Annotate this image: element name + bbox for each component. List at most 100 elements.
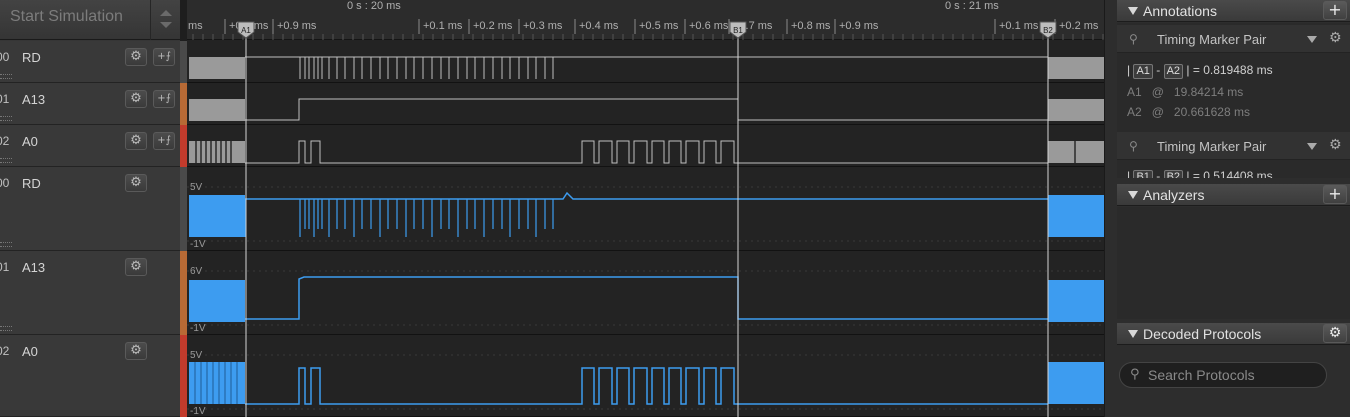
channel-index: 01 <box>0 260 10 274</box>
side-panel: Annotations + ⚲ Timing Marker Pair ⚙ | A… <box>1104 0 1350 417</box>
analog-block <box>1048 280 1104 322</box>
channel-color-stripe <box>180 251 187 335</box>
timing-marker-pair-header[interactable]: ⚲ Timing Marker Pair ⚙ <box>1117 132 1350 160</box>
voltage-max-label: 5V <box>190 182 203 193</box>
gear-icon[interactable]: ⚙ <box>1329 30 1342 46</box>
logic-analyzer-window: Start Simulation 00 RD ⚙ +⨍ 01 A13 ⚙ +⨍ … <box>0 0 1350 417</box>
channel-settings-gear-icon[interactable]: ⚙ <box>125 258 147 276</box>
tick-label: +0.1 ms <box>999 20 1039 32</box>
marker-delta: = 0.514408 ms <box>1192 169 1273 178</box>
channel-row-digital-rd[interactable]: 00 RD ⚙ +⨍ <box>0 41 180 83</box>
dropdown-arrow-icon[interactable] <box>1307 36 1317 43</box>
channel-name: A13 <box>22 260 46 275</box>
marker-delta-row: | B1 - B2 | = 0.514408 ms <box>1127 169 1273 178</box>
analog-block <box>189 280 245 322</box>
tick-label: +0.9 ms <box>839 20 879 32</box>
channel-settings-gear-icon[interactable]: ⚙ <box>125 342 147 360</box>
decoded-protocols-header[interactable]: Decoded Protocols ⚙ <box>1117 323 1350 345</box>
drag-handle-icon[interactable] <box>0 116 12 121</box>
analog-trace-a0 <box>245 367 1048 405</box>
analog-block <box>1048 195 1104 237</box>
timing-marker-label: B2 <box>1043 26 1053 35</box>
voltage-min-label: -1V <box>190 406 206 417</box>
channel-row-analog-rd[interactable]: 00 RD ⚙ <box>0 167 180 251</box>
channel-row-analog-a0[interactable]: 02 A0 ⚙ <box>0 335 180 417</box>
drag-handle-icon[interactable] <box>0 74 12 79</box>
analog-trace-rd <box>244 191 1048 237</box>
marker-badge: B2 <box>1163 170 1184 178</box>
annotations-header[interactable]: Annotations + <box>1117 0 1350 22</box>
time-group-label: 0 s : 21 ms <box>945 0 999 12</box>
pin-icon: ⚲ <box>1129 32 1138 46</box>
channel-settings-gear-icon[interactable]: ⚙ <box>125 90 147 108</box>
analog-block <box>1048 362 1104 404</box>
decoded-protocols-title: Decoded Protocols <box>1143 326 1262 342</box>
analyzers-list <box>1117 207 1350 319</box>
tick-label: +0.4 ms <box>579 20 619 32</box>
drag-handle-icon[interactable] <box>0 158 12 163</box>
marker-position-row: A1 @ 19.84214 ms <box>1127 85 1243 99</box>
search-protocols-field[interactable]: ⚲ <box>1119 362 1327 388</box>
start-simulation-button[interactable]: Start Simulation <box>0 0 150 40</box>
voltage-max-label: 6V <box>190 266 203 277</box>
channel-color-stripe <box>180 83 187 125</box>
channel-name: RD <box>22 50 41 65</box>
timing-marker-pair-title: Timing Marker Pair <box>1157 32 1267 47</box>
channel-name: RD <box>22 176 41 191</box>
channel-settings-gear-icon[interactable]: ⚙ <box>125 48 147 66</box>
trigger-edge-icon[interactable]: +⨍ <box>153 48 175 66</box>
chevron-up-icon <box>160 10 172 16</box>
signal-block <box>189 99 245 121</box>
analog-trace-a13 <box>245 276 1048 320</box>
marker-position-row: A2 @ 20.661628 ms <box>1127 105 1250 119</box>
channel-color-stripe <box>180 167 187 251</box>
pin-icon: ⚲ <box>1129 139 1138 153</box>
collapse-triangle-icon <box>1128 330 1138 338</box>
annotations-title: Annotations <box>1143 3 1217 19</box>
collapse-triangle-icon <box>1128 191 1138 199</box>
drag-handle-icon[interactable] <box>0 242 12 247</box>
marker-badge: A2 <box>1163 64 1184 79</box>
tick-label: +0.9 ms <box>277 20 317 32</box>
simulation-control: Start Simulation <box>0 0 180 40</box>
voltage-min-label: -1V <box>190 239 206 250</box>
channel-color-stripe <box>180 335 187 417</box>
dropdown-arrow-icon[interactable] <box>1307 143 1317 150</box>
marker-label: A1 <box>1127 85 1142 99</box>
channel-row-digital-a13[interactable]: 01 A13 ⚙ +⨍ <box>0 83 180 125</box>
channel-row-analog-a13[interactable]: 01 A13 ⚙ <box>0 251 180 335</box>
marker-badge: A1 <box>1133 64 1153 79</box>
channel-index: 00 <box>0 176 10 190</box>
annotations-list: ⚲ Timing Marker Pair ⚙ | A1 - A2 | = 0.8… <box>1117 23 1350 178</box>
signal-block <box>1048 141 1104 163</box>
gear-icon[interactable]: ⚙ <box>1329 137 1342 153</box>
tick-label: +0.2 ms <box>473 20 513 32</box>
channel-row-digital-a0[interactable]: 02 A0 ⚙ +⨍ <box>0 125 180 167</box>
channel-name: A0 <box>22 344 38 359</box>
add-annotation-button[interactable]: + <box>1323 1 1347 20</box>
simulation-options-stepper[interactable] <box>150 0 180 40</box>
search-protocols-input[interactable] <box>1148 366 1323 384</box>
trigger-edge-icon[interactable]: +⨍ <box>153 90 175 108</box>
drag-handle-icon[interactable] <box>0 326 12 331</box>
marker-delta-row: | A1 - A2 | = 0.819488 ms <box>1127 63 1273 79</box>
add-analyzer-button[interactable]: + <box>1323 185 1347 204</box>
tick-label: +0.2 ms <box>1059 20 1099 32</box>
signal-block <box>1048 57 1104 79</box>
analyzers-title: Analyzers <box>1143 187 1205 203</box>
signal-block <box>189 57 245 79</box>
marker-label: A2 <box>1127 105 1142 119</box>
channel-settings-gear-icon[interactable]: ⚙ <box>125 174 147 192</box>
search-icon: ⚲ <box>1130 367 1140 382</box>
trigger-edge-icon[interactable]: +⨍ <box>153 132 175 150</box>
waveform-canvas[interactable]: 0 s : 20 ms 0 s : 21 ms ms +0.8 ms +0.9 ms +0… <box>187 0 1104 417</box>
channel-settings-gear-icon[interactable]: ⚙ <box>125 132 147 150</box>
chevron-down-icon <box>160 22 172 28</box>
analyzers-header[interactable]: Analyzers + <box>1117 184 1350 206</box>
channel-index: 01 <box>0 92 10 106</box>
timing-marker-pair-header[interactable]: ⚲ Timing Marker Pair ⚙ <box>1117 25 1350 53</box>
decoded-settings-gear-icon[interactable]: ⚙ <box>1323 324 1347 343</box>
voltage-max-label: 5V <box>190 350 203 361</box>
marker-badge: B1 <box>1133 170 1153 178</box>
timing-marker-label: A1 <box>241 26 251 35</box>
